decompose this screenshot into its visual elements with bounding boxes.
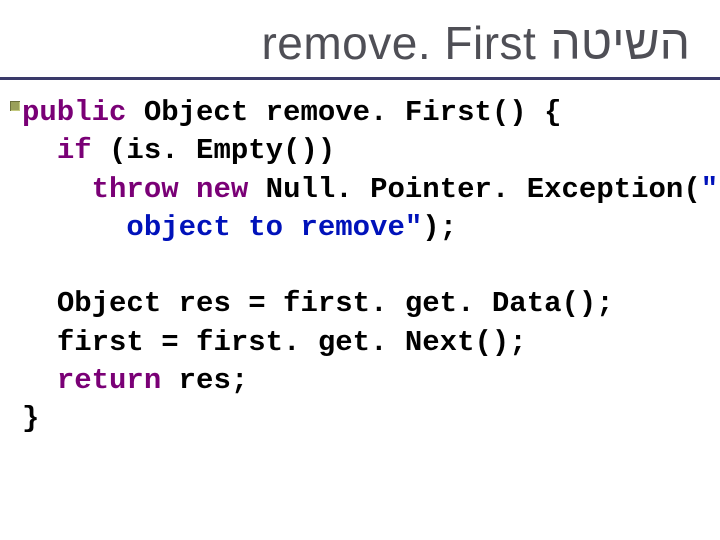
kw-new: new [196,173,248,206]
title-underline [0,77,720,80]
slide: remove. First השיטה public Object remove… [0,0,720,540]
code-text: Null. Pointer. Exception( [248,173,700,206]
title-latin: remove. First [261,16,536,70]
code-text: first = first. get. Next(); [57,326,527,359]
kw-throw: throw [92,173,179,206]
kw-return: return [57,364,161,397]
kw-public: public [22,96,126,129]
code-text: res; [161,364,248,397]
code-text: ); [422,211,457,244]
code-text: Object res = first. get. Data(); [57,287,614,320]
code-text: (is. Empty()) [92,134,336,167]
title-hebrew: השיטה [550,16,690,71]
bullet-icon [10,101,20,111]
kw-if: if [57,134,92,167]
code-text: } [22,402,39,435]
slide-title: remove. First השיטה [0,0,720,71]
code-block: public Object remove. First() { if (is. … [22,94,720,438]
string-literal: "No [701,173,720,206]
string-literal: object to remove" [126,211,422,244]
code-text: Object remove. First() { [126,96,561,129]
